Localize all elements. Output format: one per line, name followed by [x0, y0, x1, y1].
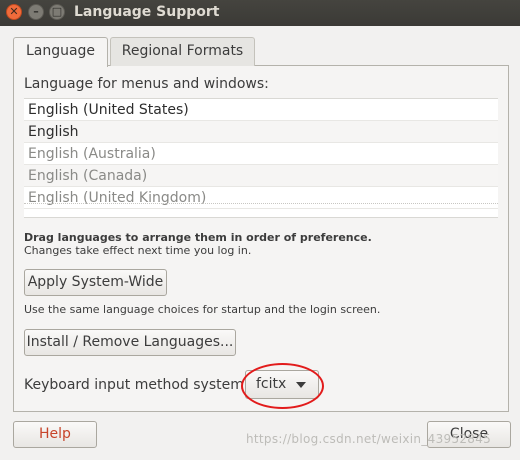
- keyboard-input-label: Keyboard input method system:: [24, 377, 249, 393]
- tab-language[interactable]: Language: [13, 37, 108, 67]
- language-item-en-gb[interactable]: English (United Kingdom): [24, 187, 498, 209]
- watermark: https://blog.csdn.net/weixin_43952845: [246, 432, 492, 446]
- maximize-window-icon[interactable]: □: [49, 4, 65, 20]
- language-item-en-ca[interactable]: English (Canada): [24, 165, 498, 187]
- language-item-en-au[interactable]: English (Australia): [24, 143, 498, 165]
- language-item-en-us[interactable]: English (United States): [24, 99, 498, 121]
- language-section-label: Language for menus and windows:: [24, 76, 269, 92]
- changes-hint: Changes take effect next time you log in…: [24, 244, 252, 257]
- window-title: Language Support: [74, 4, 220, 20]
- minimize-window-icon[interactable]: –: [28, 4, 44, 20]
- apply-description: Use the same language choices for startu…: [24, 303, 381, 316]
- help-button[interactable]: Help: [13, 421, 97, 448]
- keyboard-input-method-select[interactable]: fcitx: [245, 370, 319, 399]
- keyboard-input-method-value: fcitx: [256, 376, 287, 392]
- apply-system-wide-button[interactable]: Apply System-Wide: [24, 269, 167, 296]
- drag-hint: Drag languages to arrange them in order …: [24, 231, 372, 244]
- title-bar: ✕ – □ Language Support: [0, 0, 520, 26]
- dropdown-arrow-icon: [296, 382, 306, 388]
- install-remove-languages-button[interactable]: Install / Remove Languages...: [24, 329, 236, 356]
- close-window-icon[interactable]: ✕: [6, 4, 22, 20]
- tab-regional-formats[interactable]: Regional Formats: [110, 37, 255, 66]
- language-list[interactable]: English (United States) English English …: [24, 98, 498, 218]
- language-item-en[interactable]: English: [24, 121, 498, 143]
